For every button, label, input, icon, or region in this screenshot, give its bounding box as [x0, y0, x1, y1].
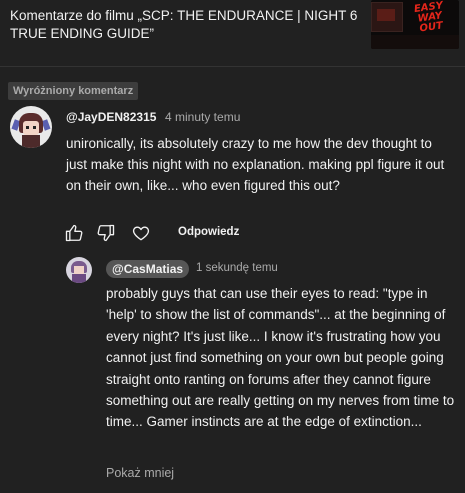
- reply-text: probably guys that can use their eyes to…: [106, 286, 455, 430]
- comment-timestamp[interactable]: 4 minuty temu: [165, 110, 240, 124]
- thumbnail-shadow: [371, 35, 459, 49]
- comments-header: Komentarze do filmu „SCP: THE ENDURANCE …: [0, 0, 465, 64]
- avatar-detail: [22, 135, 40, 148]
- heart-icon[interactable]: [131, 223, 151, 243]
- avatar-detail: [72, 274, 86, 283]
- header-divider: [0, 66, 465, 67]
- avatar-detail: [33, 126, 36, 129]
- avatar-detail: [74, 266, 84, 274]
- reply-avatar[interactable]: [66, 257, 92, 283]
- thumbnail-monitor: [371, 2, 403, 32]
- reply-timestamp[interactable]: 1 sekundę temu: [196, 262, 278, 274]
- video-thumbnail[interactable]: EASY WAY OUT: [371, 0, 459, 49]
- reply-button[interactable]: Odpowiedz: [178, 226, 239, 238]
- comment-text: unironically, its absolutely crazy to me…: [66, 136, 445, 193]
- thumbs-down-icon[interactable]: [96, 223, 116, 243]
- thumbs-up-icon[interactable]: [64, 223, 84, 243]
- thumbnail-text: EASY WAY OUT: [413, 0, 444, 35]
- pinned-comment-badge: Wyróżniony komentarz: [8, 82, 139, 100]
- video-title: Komentarze do filmu „SCP: THE ENDURANCE …: [10, 8, 358, 41]
- avatar-detail: [26, 126, 29, 129]
- show-less-button[interactable]: Pokaż mniej: [106, 466, 174, 480]
- reply-author-chip[interactable]: @CasMatias: [106, 260, 190, 278]
- avatar[interactable]: [10, 106, 52, 148]
- comment-author[interactable]: @JayDEN82315: [66, 110, 156, 124]
